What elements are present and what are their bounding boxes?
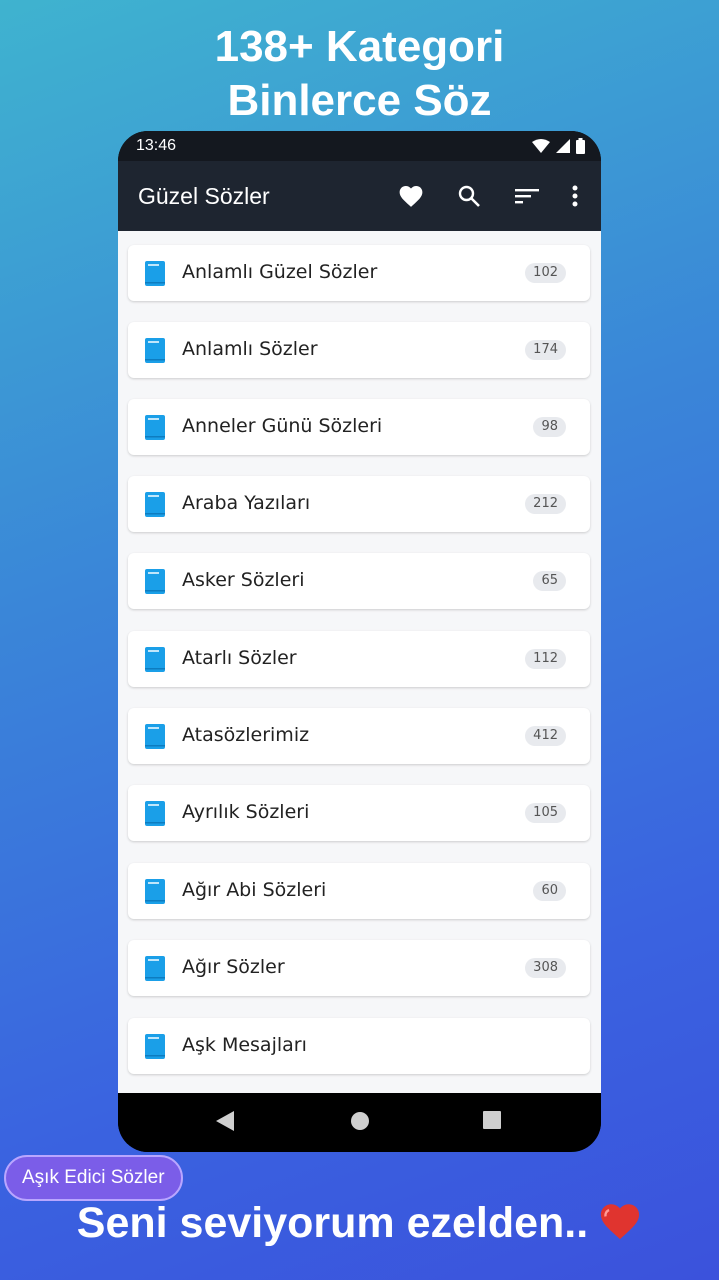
book-icon — [145, 261, 165, 286]
app-bar: Güzel Sözler — [118, 161, 601, 231]
category-list: Anlamlı Güzel Sözler 102 Anlamlı Sözler … — [118, 231, 601, 1152]
category-card[interactable]: Asker Sözleri 65 — [128, 553, 590, 609]
category-label: Aşk Mesajları — [182, 1034, 307, 1056]
book-icon — [145, 647, 165, 672]
search-button[interactable] — [449, 179, 489, 213]
book-icon — [145, 724, 165, 749]
recents-icon[interactable] — [483, 1111, 501, 1129]
promo-chip[interactable]: Aşık Edici Sözler — [4, 1155, 183, 1201]
more-options-button[interactable] — [565, 179, 585, 213]
category-card[interactable]: Anlamlı Sözler 174 — [128, 322, 590, 378]
category-label: Anneler Günü Sözleri — [182, 415, 383, 437]
category-label: Araba Yazıları — [182, 492, 311, 514]
category-card[interactable]: Ağır Sözler 308 — [128, 940, 590, 996]
app-title: Güzel Sözler — [138, 183, 270, 209]
red-heart-icon — [601, 1204, 640, 1240]
phone-frame: 13:46 Güzel Sözler Anlamlı Güzel Sözler … — [118, 131, 601, 1152]
status-bar: 13:46 — [118, 131, 601, 161]
category-label: Atasözlerimiz — [182, 724, 310, 746]
category-card[interactable]: Anlamlı Güzel Sözler 102 — [128, 245, 590, 301]
count-badge: 412 — [525, 726, 566, 746]
sort-button[interactable] — [507, 179, 547, 213]
count-badge: 60 — [533, 881, 566, 901]
category-card[interactable]: Aşk Mesajları — [128, 1018, 590, 1074]
sort-icon — [515, 189, 539, 204]
heart-icon — [399, 186, 423, 207]
book-icon — [145, 956, 165, 981]
back-icon[interactable] — [216, 1111, 234, 1131]
headline: 138+ Kategori Binlerce Söz — [0, 20, 719, 128]
count-badge: 212 — [525, 494, 566, 514]
search-icon — [458, 185, 480, 207]
count-badge: 98 — [533, 417, 566, 437]
battery-icon — [576, 138, 585, 154]
wifi-icon — [532, 139, 550, 153]
category-card[interactable]: Atarlı Sözler 112 — [128, 631, 590, 687]
count-badge: 102 — [525, 263, 566, 283]
book-icon — [145, 1034, 165, 1059]
category-label: Ağır Abi Sözleri — [182, 879, 327, 901]
status-time: 13:46 — [136, 137, 177, 154]
category-card[interactable]: Atasözlerimiz 412 — [128, 708, 590, 764]
book-icon — [145, 338, 165, 363]
category-label: Anlamlı Güzel Sözler — [182, 261, 378, 283]
headline-line-1: 138+ Kategori — [214, 22, 505, 71]
category-label: Ağır Sözler — [182, 956, 285, 978]
book-icon — [145, 879, 165, 904]
slogan: Seni seviyorum ezelden.. — [0, 1196, 719, 1250]
favorites-button[interactable] — [391, 179, 431, 213]
headline-line-2: Binlerce Söz — [227, 76, 492, 125]
category-label: Atarlı Sözler — [182, 647, 297, 669]
home-icon[interactable] — [350, 1111, 370, 1131]
count-badge: 112 — [525, 649, 566, 669]
count-badge: 174 — [525, 340, 566, 360]
category-card[interactable]: Ayrılık Sözleri 105 — [128, 785, 590, 841]
category-card[interactable]: Anneler Günü Sözleri 98 — [128, 399, 590, 455]
category-card[interactable]: Araba Yazıları 212 — [128, 476, 590, 532]
count-badge: 65 — [533, 571, 566, 591]
book-icon — [145, 569, 165, 594]
category-label: Asker Sözleri — [182, 569, 305, 591]
count-badge: 308 — [525, 958, 566, 978]
signal-icon — [556, 139, 570, 153]
count-badge: 105 — [525, 803, 566, 823]
category-card[interactable]: Ağır Abi Sözleri 60 — [128, 863, 590, 919]
slogan-text: Seni seviyorum ezelden.. — [76, 1199, 589, 1247]
book-icon — [145, 492, 165, 517]
category-label: Anlamlı Sözler — [182, 338, 318, 360]
book-icon — [145, 415, 165, 440]
system-nav-bar — [118, 1093, 601, 1152]
more-vert-icon — [572, 185, 578, 207]
category-label: Ayrılık Sözleri — [182, 801, 310, 823]
book-icon — [145, 801, 165, 826]
